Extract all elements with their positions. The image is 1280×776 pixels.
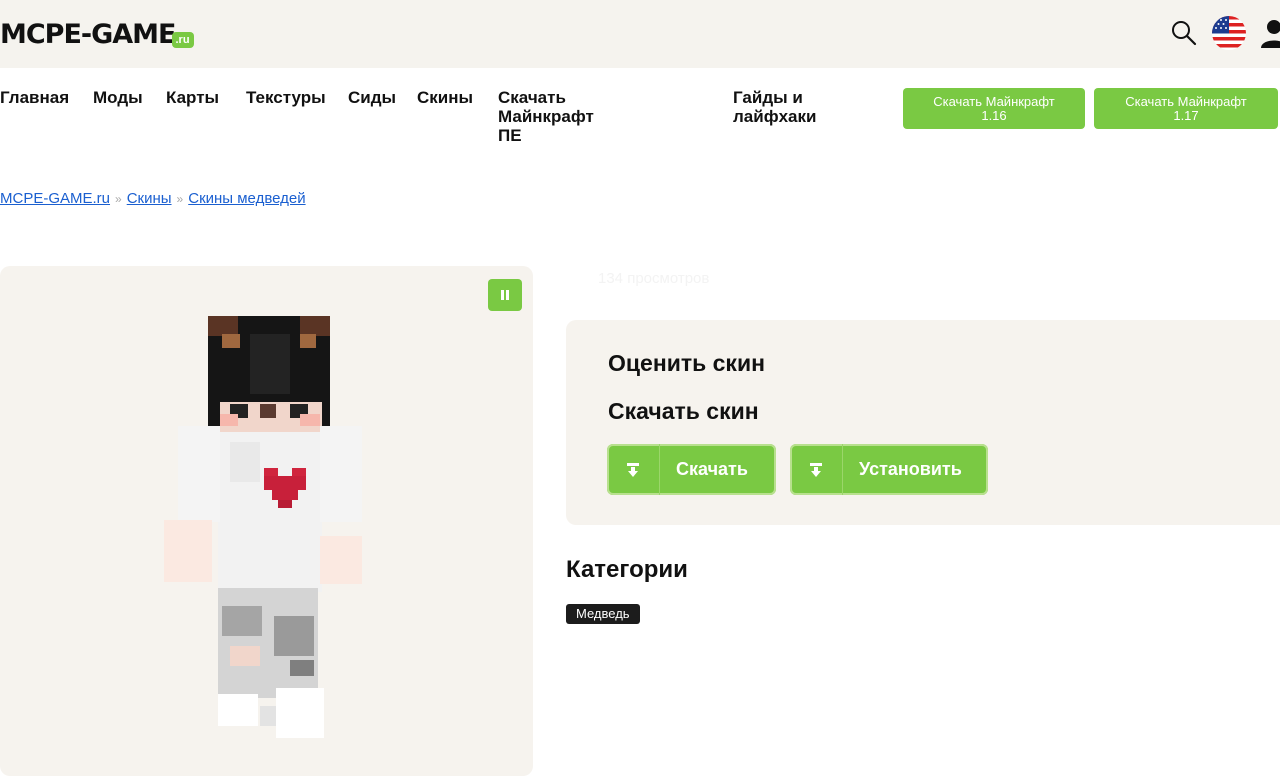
nav-label-line1: Гайды и [733,88,803,107]
breadcrumb-bear-skins[interactable]: Скины медведей [188,190,305,207]
user-icon[interactable] [1260,18,1280,48]
button-line2: 1.16 [981,107,1007,123]
pause-icon [501,290,509,300]
search-icon[interactable] [1170,19,1198,47]
button-line1: Скачать Майнкрафт [1125,93,1247,109]
button-line1: Скачать Майнкрафт [933,93,1055,109]
nav-label-line1: Скачать Майнкрафт [498,88,594,126]
download-icon [790,444,843,495]
category-tag-bear[interactable]: Медведь [566,604,640,624]
nav-label-line2: ПЕ [498,126,522,145]
nav-item-guides[interactable]: Гайды и лайфхаки [733,88,816,126]
nav-label-line2: лайфхаки [733,107,817,126]
logo-suffix: .ru [171,32,194,48]
download-skin-heading: Скачать скин [608,398,759,424]
pause-button[interactable] [488,279,522,311]
skin-3d-model[interactable] [160,316,370,746]
nav-item-seeds[interactable]: Сиды [348,88,396,107]
logo-text: MCPE-GAME [0,19,176,50]
button-line2: 1.17 [1173,107,1199,123]
breadcrumb: MCPE-GAME.ru » Скины » Скины медведей [0,190,306,207]
download-minecraft-116-button[interactable]: Скачать Майнкрафт 1.16 [903,88,1085,129]
views-count: 134 просмотров [598,270,710,287]
header-bar: MCPE-GAME .ru [0,0,1280,68]
nav-item-mods[interactable]: Моды [93,88,143,107]
breadcrumb-separator: » [176,192,184,206]
nav-item-textures[interactable]: Текстуры [246,88,326,107]
categories-heading: Категории [566,556,688,583]
nav-item-home[interactable]: Главная [0,88,69,107]
nav-item-download-mcpe[interactable]: Скачать Майнкрафт ПЕ [498,88,594,145]
download-icon [607,444,660,495]
us-flag-icon[interactable] [1212,16,1246,50]
install-button[interactable]: Установить [790,444,988,495]
download-button[interactable]: Скачать [607,444,776,495]
nav-item-skins[interactable]: Скины [417,88,473,107]
download-minecraft-117-button[interactable]: Скачать Майнкрафт 1.17 [1094,88,1278,129]
breadcrumb-home[interactable]: MCPE-GAME.ru [0,190,110,207]
site-logo[interactable]: MCPE-GAME .ru [0,18,194,50]
install-button-label: Установить [859,459,962,479]
breadcrumb-skins[interactable]: Скины [127,190,172,207]
rate-skin-heading: Оценить скин [608,350,765,376]
download-button-label: Скачать [676,459,748,479]
nav-item-maps[interactable]: Карты [166,88,219,107]
breadcrumb-separator: » [115,192,122,206]
